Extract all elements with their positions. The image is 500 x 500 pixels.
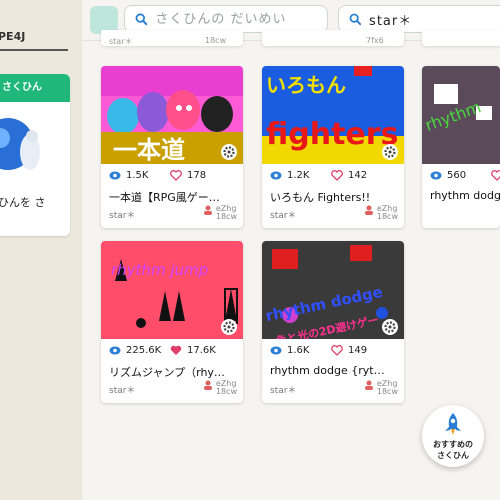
gear-icon[interactable] — [221, 319, 237, 335]
recommended-works-button[interactable]: おすすめの さくひん — [422, 405, 484, 467]
user-avatar-icon — [364, 205, 373, 215]
title-search-field[interactable] — [124, 5, 328, 33]
author-search-input[interactable] — [367, 10, 500, 28]
project-title[interactable]: リズムジャンプ（rhy… — [109, 364, 237, 380]
recommended-label-line1: おすすめの — [433, 440, 473, 449]
project-thumbnail[interactable]: rhythm dodge 〜色と光の2D避けゲー — [262, 241, 404, 339]
gear-icon[interactable] — [221, 144, 237, 160]
user-badge[interactable]: eZhg 18cw — [203, 380, 237, 396]
thumbnail-text: rhythm jump — [111, 261, 208, 279]
eye-icon — [270, 171, 282, 180]
view-count: 1.5K — [126, 170, 149, 181]
user-badge[interactable]: eZhg 18cw — [364, 205, 398, 221]
like-count: 149 — [348, 345, 368, 356]
heart-icon[interactable] — [331, 345, 343, 356]
project-stats: 1.6K 149 — [270, 345, 367, 356]
user-id-line2: 18cw — [215, 212, 237, 221]
heart-icon[interactable] — [170, 170, 182, 181]
rocket-icon — [445, 413, 461, 435]
project-title[interactable]: いろもん Fighters!! — [270, 189, 398, 205]
like-count: 178 — [187, 170, 207, 181]
project-title[interactable]: rhythm dodge {ryt… — [270, 364, 398, 377]
previous-card-c[interactable] — [422, 30, 500, 46]
project-card[interactable]: いろもん fighters 1.2K 142 いろもん Fighters!! s… — [262, 66, 404, 228]
heart-icon[interactable] — [331, 170, 343, 181]
user-id-line2: 18cw — [376, 212, 398, 221]
user-badge[interactable]: eZhg 18cw — [203, 205, 237, 221]
project-card[interactable]: rhythm dodge 〜色と光の2D避けゲー 1.6K 149 rhythm… — [262, 241, 404, 403]
user-id-line2: 18cw — [215, 387, 237, 396]
thumbnail-text: fighters — [266, 117, 398, 152]
view-count: 225.6K — [126, 345, 162, 356]
project-code: PE4J — [0, 30, 68, 51]
thumbnail-text: 一本道 — [113, 136, 185, 164]
thumbnail-text: いろもん — [266, 73, 346, 97]
user-avatar-icon — [364, 380, 373, 390]
project-stats: 1.2K 142 — [270, 170, 367, 181]
project-stats: 1.5K 178 — [109, 170, 206, 181]
author-search-field[interactable] — [338, 5, 500, 33]
project-stats: 225.6K 17.6K — [109, 345, 216, 356]
eye-icon — [109, 171, 121, 180]
project-author[interactable]: star＊ — [109, 208, 135, 221]
search-icon — [135, 13, 148, 26]
project-author[interactable]: star＊ — [109, 383, 135, 396]
project-title[interactable]: rhythm dodg… — [430, 189, 500, 202]
eye-icon — [430, 171, 442, 180]
project-title[interactable]: 一本道【RPG風ゲー… — [109, 189, 237, 205]
view-count: 1.6K — [287, 345, 310, 356]
project-card[interactable]: 一本道 1.5K 178 一本道【RPG風ゲー… star＊ eZhg 18cw — [101, 66, 243, 228]
eye-icon — [109, 346, 121, 355]
featured-card-header: さくひん — [0, 74, 70, 102]
previous-card-author: star＊ — [109, 37, 133, 46]
project-card[interactable]: rhythm jump 225.6K 17.6K リズムジャンプ（rhy… st… — [101, 241, 243, 403]
title-search-input[interactable] — [153, 10, 327, 28]
user-badge[interactable]: eZhg 18cw — [364, 380, 398, 396]
user-avatar-icon — [203, 380, 212, 390]
mascot-icon — [0, 118, 40, 170]
project-thumbnail[interactable]: 一本道 — [101, 66, 243, 164]
recommended-label-line2: さくひん — [437, 451, 469, 460]
user-id-line2: 18cw — [376, 387, 398, 396]
heart-icon[interactable] — [491, 170, 500, 181]
project-thumbnail[interactable]: rhythm jump — [101, 241, 243, 339]
eye-icon — [270, 346, 282, 355]
previous-card-user: 18cw — [205, 36, 227, 45]
previous-card-b[interactable]: 7fx6 — [262, 30, 404, 46]
user-avatar-icon — [203, 205, 212, 215]
like-count: 142 — [348, 170, 368, 181]
project-author[interactable]: star＊ — [270, 383, 296, 396]
left-panel: PE4J さくひん ひんを さ — [0, 0, 82, 500]
previous-card-user: 7fx6 — [366, 36, 384, 45]
project-thumbnail[interactable]: rhythm — [422, 66, 500, 164]
project-author[interactable]: star＊ — [270, 208, 296, 221]
like-count: 17.6K — [187, 345, 216, 356]
previous-card-a[interactable]: star＊ 18cw — [101, 30, 243, 46]
search-icon — [349, 13, 362, 26]
gear-icon[interactable] — [382, 319, 398, 335]
featured-card-text: ひんを さ — [0, 196, 46, 209]
gear-icon[interactable] — [382, 144, 398, 160]
view-count: 560 — [447, 170, 467, 181]
featured-card[interactable]: さくひん ひんを さ — [0, 74, 70, 236]
view-count: 1.2K — [287, 170, 310, 181]
project-stats: 560 — [430, 170, 500, 181]
project-thumbnail[interactable]: いろもん fighters — [262, 66, 404, 164]
project-card[interactable]: rhythm 560 rhythm dodg… — [422, 66, 500, 228]
heart-filled-icon[interactable] — [170, 345, 182, 356]
